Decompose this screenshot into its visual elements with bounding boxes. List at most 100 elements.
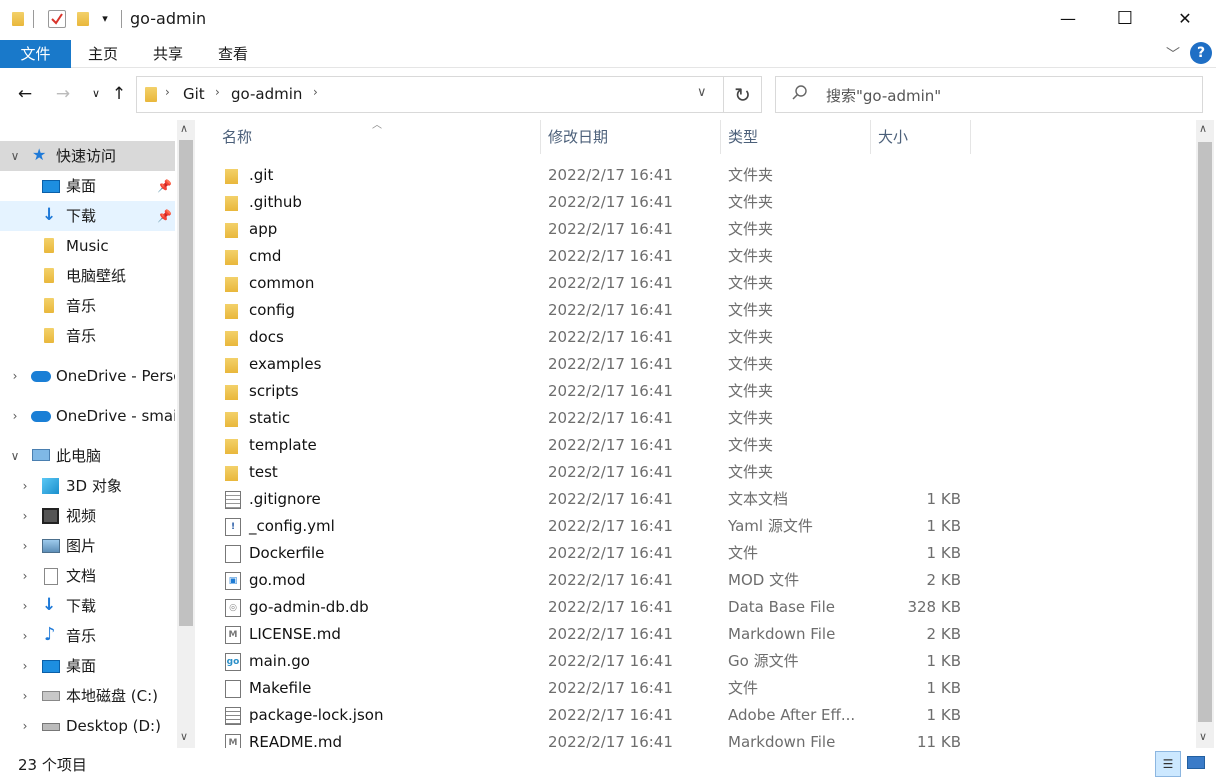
table-row[interactable]: template 2022/2/17 16:41 文件夹: [216, 432, 976, 459]
sidebar-item-3d-objects[interactable]: › 3D 对象: [0, 471, 175, 501]
search-box[interactable]: 搜索"go-admin": [775, 76, 1203, 113]
table-row[interactable]: ◎ go-admin-db.db 2022/2/17 16:41 Data Base …: [216, 594, 976, 621]
details-view-icon[interactable]: ☰: [1155, 751, 1181, 777]
sidebar-item-quick-access[interactable]: ∨ ★ 快速访问: [0, 141, 175, 171]
sidebar-item-drive-c[interactable]: › 本地磁盘 (C:): [0, 681, 175, 711]
customize-quick-access-icon[interactable]: ▾: [98, 10, 112, 28]
sidebar-item-music[interactable]: Music: [0, 231, 175, 261]
scroll-up-icon[interactable]: ∧: [180, 122, 188, 135]
sidebar-item-pc-downloads[interactable]: › ↓ 下载: [0, 591, 175, 621]
tab-view[interactable]: 查看: [208, 40, 258, 68]
table-row[interactable]: Dockerfile 2022/2/17 16:41 文件 1 KB: [216, 540, 976, 567]
column-separator[interactable]: [720, 120, 721, 154]
chevron-right-icon[interactable]: ›: [8, 361, 22, 391]
chevron-right-icon[interactable]: ›: [215, 85, 220, 99]
address-dropdown-icon[interactable]: ∨: [697, 85, 707, 100]
scroll-thumb[interactable]: [179, 140, 193, 626]
scroll-up-icon[interactable]: ∧: [1199, 122, 1207, 135]
table-row[interactable]: scripts 2022/2/17 16:41 文件夹: [216, 378, 976, 405]
table-row[interactable]: go main.go 2022/2/17 16:41 Go 源文件 1 KB: [216, 648, 976, 675]
table-row[interactable]: Makefile 2022/2/17 16:41 文件 1 KB: [216, 675, 976, 702]
expand-ribbon-icon[interactable]: ﹀: [1166, 44, 1180, 64]
sidebar-item-onedrive-smail[interactable]: › OneDrive - smail: [0, 401, 175, 431]
scroll-down-icon[interactable]: ∨: [1199, 730, 1207, 743]
sidebar-item-music-cn-2[interactable]: 音乐: [0, 321, 175, 351]
table-row[interactable]: app 2022/2/17 16:41 文件夹: [216, 216, 976, 243]
table-row[interactable]: docs 2022/2/17 16:41 文件夹: [216, 324, 976, 351]
sidebar-item-videos[interactable]: › 视频: [0, 501, 175, 531]
sidebar-item-documents[interactable]: › 文档: [0, 561, 175, 591]
large-icons-view-icon[interactable]: [1185, 753, 1207, 773]
pin-icon[interactable]: 📌: [157, 201, 172, 231]
scroll-down-icon[interactable]: ∨: [180, 730, 188, 743]
chevron-down-icon[interactable]: ∨: [8, 141, 22, 171]
close-button[interactable]: ✕: [1162, 0, 1208, 38]
chevron-right-icon[interactable]: ›: [18, 501, 32, 531]
column-header-type[interactable]: 类型: [728, 120, 758, 154]
column-header-size[interactable]: 大小: [878, 120, 908, 154]
chevron-right-icon[interactable]: ›: [18, 621, 32, 651]
chevron-right-icon[interactable]: ›: [165, 85, 170, 99]
table-row[interactable]: .gitignore 2022/2/17 16:41 文本文档 1 KB: [216, 486, 976, 513]
recent-locations-icon[interactable]: ∨: [85, 82, 107, 106]
chevron-right-icon[interactable]: ›: [18, 561, 32, 591]
properties-icon[interactable]: [48, 10, 66, 28]
sidebar-item-wallpapers[interactable]: 电脑壁纸: [0, 261, 175, 291]
chevron-right-icon[interactable]: ›: [313, 85, 318, 99]
table-row[interactable]: cmd 2022/2/17 16:41 文件夹: [216, 243, 976, 270]
sidebar-item-pc-desktop[interactable]: › 桌面: [0, 651, 175, 681]
up-arrow-icon[interactable]: ↑: [108, 82, 130, 106]
breadcrumb-git[interactable]: Git: [183, 85, 205, 103]
table-row[interactable]: ! _config.yml 2022/2/17 16:41 Yaml 源文件 1 KB: [216, 513, 976, 540]
column-separator[interactable]: [870, 120, 871, 154]
sidebar-item-pc-music[interactable]: › ♪ 音乐: [0, 621, 175, 651]
chevron-right-icon[interactable]: ›: [18, 711, 32, 741]
tab-share[interactable]: 共享: [143, 40, 193, 68]
table-row[interactable]: test 2022/2/17 16:41 文件夹: [216, 459, 976, 486]
pin-icon[interactable]: 📌: [157, 171, 172, 201]
table-row[interactable]: .github 2022/2/17 16:41 文件夹: [216, 189, 976, 216]
tab-file[interactable]: 文件: [0, 40, 71, 68]
chevron-right-icon[interactable]: ›: [18, 531, 32, 561]
column-separator[interactable]: [540, 120, 541, 154]
minimize-button[interactable]: —: [1045, 0, 1091, 38]
column-header-date[interactable]: 修改日期: [548, 120, 608, 154]
table-row[interactable]: M LICENSE.md 2022/2/17 16:41 Markdown File 2…: [216, 621, 976, 648]
table-row[interactable]: config 2022/2/17 16:41 文件夹: [216, 297, 976, 324]
forward-arrow-icon[interactable]: →: [52, 82, 74, 106]
refresh-icon[interactable]: ↻: [724, 76, 762, 113]
table-row[interactable]: examples 2022/2/17 16:41 文件夹: [216, 351, 976, 378]
table-row[interactable]: common 2022/2/17 16:41 文件夹: [216, 270, 976, 297]
sidebar-item-this-pc[interactable]: ∨ 此电脑: [0, 441, 175, 471]
chevron-right-icon[interactable]: ›: [18, 591, 32, 621]
sidebar-item-onedrive-personal[interactable]: › OneDrive - Perso: [0, 361, 175, 391]
table-row[interactable]: static 2022/2/17 16:41 文件夹: [216, 405, 976, 432]
back-arrow-icon[interactable]: ←: [14, 82, 36, 106]
chevron-down-icon[interactable]: ∨: [8, 441, 22, 471]
sidebar-scrollbar[interactable]: ∧ ∨: [177, 120, 195, 748]
sidebar-item-downloads[interactable]: ↓ 下载 📌: [0, 201, 175, 231]
file-type: Data Base File: [728, 598, 835, 616]
file-name: .github: [249, 193, 302, 211]
tab-home[interactable]: 主页: [78, 40, 128, 68]
column-header-name[interactable]: 名称: [222, 120, 252, 154]
table-row[interactable]: package-lock.json 2022/2/17 16:41 Adobe Af…: [216, 702, 976, 729]
table-row[interactable]: ▣ go.mod 2022/2/17 16:41 MOD 文件 2 KB: [216, 567, 976, 594]
help-icon[interactable]: ?: [1190, 42, 1212, 64]
address-bar[interactable]: › Git › go-admin › ∨: [136, 76, 724, 113]
breadcrumb-go-admin[interactable]: go-admin: [231, 85, 302, 103]
maximize-button[interactable]: ☐: [1102, 0, 1148, 38]
chevron-right-icon[interactable]: ›: [18, 471, 32, 501]
sidebar-item-pictures[interactable]: › 图片: [0, 531, 175, 561]
chevron-right-icon[interactable]: ›: [18, 681, 32, 711]
sidebar-item-music-cn-1[interactable]: 音乐: [0, 291, 175, 321]
file-list-scrollbar[interactable]: ∧ ∨: [1196, 120, 1214, 748]
chevron-right-icon[interactable]: ›: [18, 651, 32, 681]
chevron-right-icon[interactable]: ›: [8, 401, 22, 431]
table-row[interactable]: .git 2022/2/17 16:41 文件夹: [216, 162, 976, 189]
new-folder-icon[interactable]: [77, 12, 89, 26]
scroll-thumb[interactable]: [1198, 142, 1212, 722]
column-separator[interactable]: [970, 120, 971, 154]
sidebar-item-drive-d[interactable]: › Desktop (D:): [0, 711, 175, 741]
sidebar-item-desktop[interactable]: 桌面 📌: [0, 171, 175, 201]
